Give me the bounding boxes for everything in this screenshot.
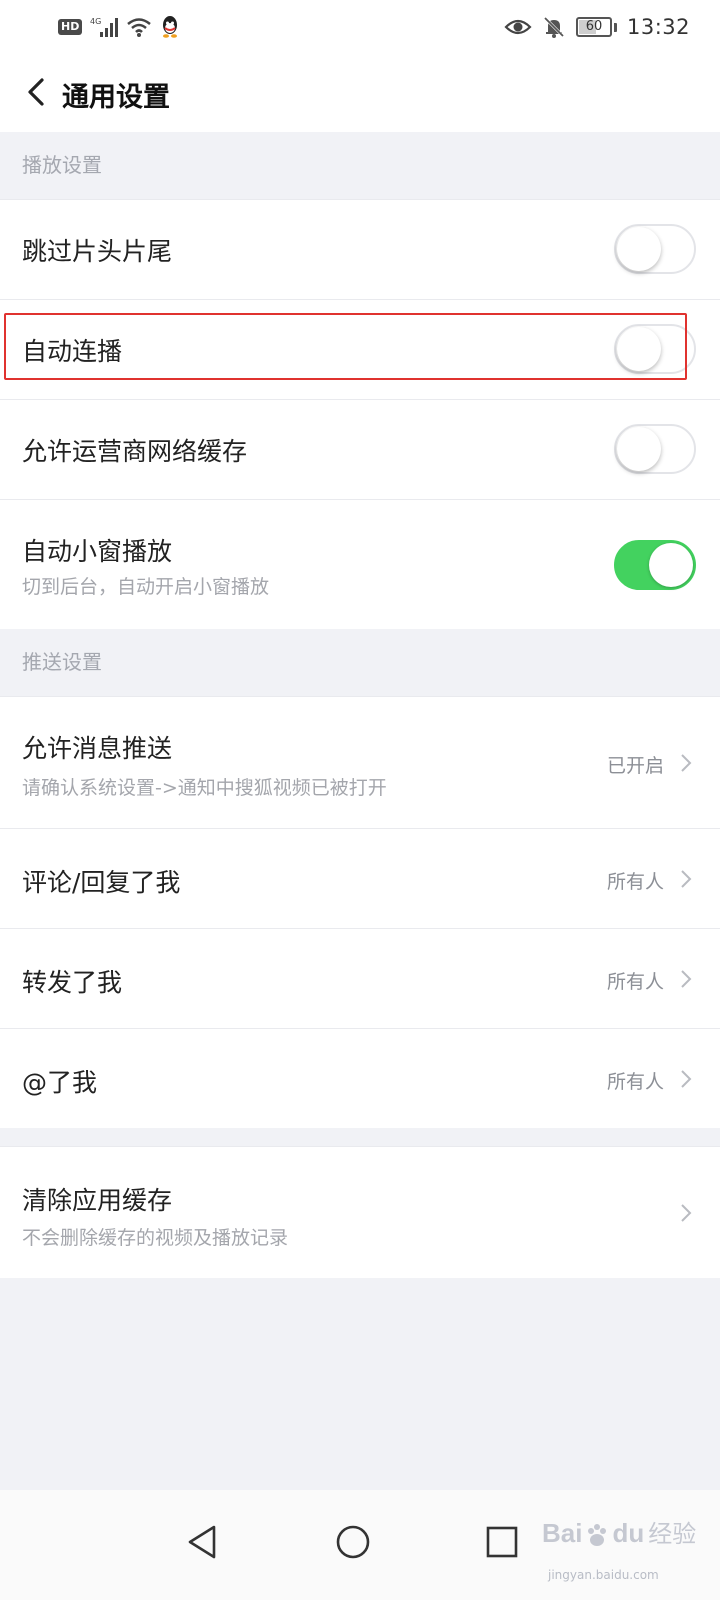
chevron-right-icon	[678, 969, 694, 989]
watermark-brand-2: du	[612, 1518, 645, 1548]
header-bar: 通用设置	[0, 54, 720, 132]
nav-back-button[interactable]	[172, 1512, 232, 1572]
setting-row-allow-push[interactable]: 允许消息推送 请确认系统设置->通知中搜狐视频已被打开 已开启	[0, 696, 720, 828]
setting-row-repost[interactable]: 转发了我 所有人	[0, 928, 720, 1028]
system-nav-bar: Bai du 经验 jingyan.baidu.com	[0, 1490, 720, 1600]
setting-row-mention[interactable]: @了我 所有人	[0, 1028, 720, 1128]
back-button[interactable]	[16, 72, 56, 112]
setting-value: 所有人	[606, 971, 664, 993]
wifi-icon	[126, 16, 152, 38]
setting-description: 不会删除缓存的视频及播放记录	[22, 1227, 289, 1249]
paw-icon	[588, 1524, 607, 1546]
setting-row-autoplay: 自动连播	[0, 299, 720, 399]
watermark-brand: Bai	[542, 1518, 583, 1548]
back-triangle-icon	[188, 1525, 216, 1559]
toggle-knob	[617, 327, 661, 371]
setting-row-mini-window: 自动小窗播放 切到后台，自动开启小窗播放	[0, 499, 720, 629]
setting-row-clear-cache[interactable]: 清除应用缓存 不会删除缓存的视频及播放记录	[0, 1146, 720, 1278]
setting-label: 允许消息推送	[22, 734, 173, 763]
setting-label: 评论/回复了我	[22, 868, 181, 897]
watermark-cn: 经验	[648, 1520, 697, 1548]
setting-row-carrier-cache: 允许运营商网络缓存	[0, 399, 720, 499]
setting-label: 自动连播	[22, 337, 123, 366]
signal-icon: 4G	[90, 16, 119, 38]
qq-icon	[160, 15, 180, 39]
autoplay-toggle[interactable]	[614, 324, 696, 374]
section-header-playback: 播放设置	[0, 132, 720, 199]
mini-window-toggle[interactable]	[614, 540, 696, 590]
setting-value: 所有人	[606, 1071, 664, 1093]
battery-level: 60	[585, 19, 603, 34]
recents-square-icon	[486, 1526, 518, 1558]
chevron-left-icon	[28, 78, 44, 106]
nav-recents-button[interactable]	[472, 1512, 532, 1572]
setting-label: 允许运营商网络缓存	[22, 437, 248, 466]
setting-label: 跳过片头片尾	[22, 237, 173, 266]
carrier-cache-toggle[interactable]	[614, 424, 696, 474]
home-circle-icon	[336, 1525, 370, 1559]
skip-intro-toggle[interactable]	[614, 224, 696, 274]
section-header-push: 推送设置	[0, 629, 720, 696]
status-time: 13:32	[626, 15, 690, 39]
setting-label: 清除应用缓存	[22, 1186, 173, 1215]
setting-label: 转发了我	[22, 968, 123, 997]
chevron-right-icon	[678, 753, 694, 773]
chevron-right-icon	[678, 1069, 694, 1089]
status-left: HD 4G	[58, 12, 180, 42]
setting-description: 请确认系统设置->通知中搜狐视频已被打开	[22, 777, 387, 799]
chevron-right-icon	[678, 869, 694, 889]
setting-label: @了我	[22, 1068, 98, 1097]
svg-text:4G: 4G	[90, 17, 101, 26]
nav-home-button[interactable]	[323, 1512, 383, 1572]
status-right: 60 13:32	[504, 12, 690, 42]
eye-icon	[504, 17, 532, 37]
page-title: 通用设置	[62, 82, 170, 113]
setting-value: 已开启	[606, 755, 664, 777]
mute-bell-icon	[542, 15, 566, 39]
setting-value: 所有人	[606, 871, 664, 893]
toggle-knob	[649, 543, 693, 587]
watermark-url: jingyan.baidu.com	[548, 1568, 659, 1582]
toggle-knob	[617, 227, 661, 271]
setting-description: 切到后台，自动开启小窗播放	[22, 576, 270, 598]
battery-tip	[613, 22, 617, 32]
setting-label: 自动小窗播放	[22, 537, 173, 566]
baidu-watermark: Bai du 经验	[542, 1514, 696, 1549]
setting-row-comment-reply[interactable]: 评论/回复了我 所有人	[0, 828, 720, 928]
setting-row-skip-intro: 跳过片头片尾	[0, 199, 720, 299]
chevron-right-icon	[678, 1203, 694, 1223]
hd-icon: HD	[58, 19, 83, 35]
status-bar: HD 4G 60 13:32	[0, 0, 720, 54]
battery-icon: 60	[575, 17, 612, 37]
toggle-knob	[617, 427, 661, 471]
